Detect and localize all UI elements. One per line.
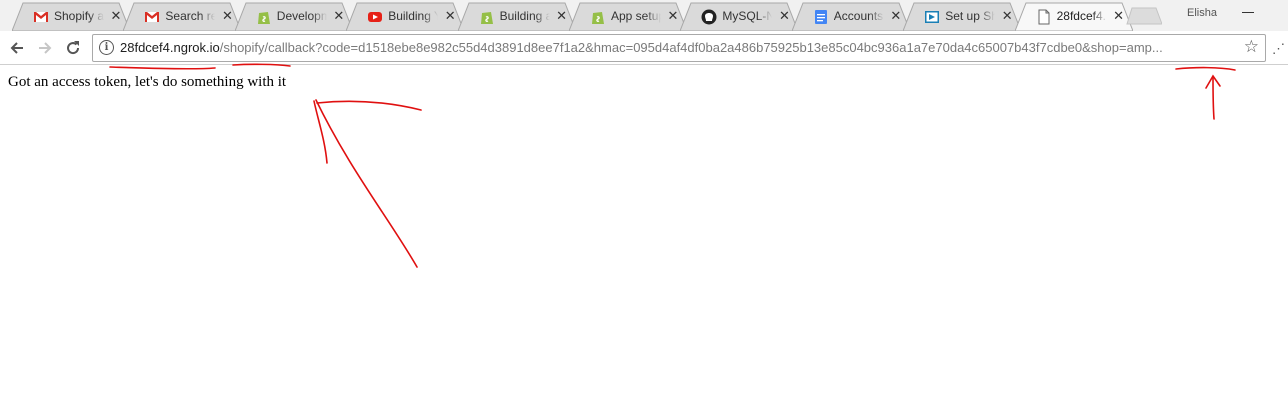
tab-2[interactable]: Developm ✕ <box>234 2 353 31</box>
tab-0[interactable]: Shopify ap ✕ <box>12 2 130 31</box>
bookmark-star-icon[interactable]: ☆ <box>1244 37 1259 57</box>
tab-strip: Shopify ap✕Search res✕Developm✕Building … <box>0 0 1288 31</box>
url-host: 28fdcef4.ngrok.io <box>120 40 220 55</box>
tab-title: Developm <box>276 9 327 23</box>
arrow-shop-head <box>1205 74 1221 89</box>
shopify-icon <box>590 9 606 25</box>
close-icon[interactable]: ✕ <box>443 9 457 23</box>
arrow-message-head-top <box>316 100 422 111</box>
github-icon <box>701 9 717 25</box>
page-icon <box>1036 9 1052 25</box>
url-text[interactable]: 28fdcef4.ngrok.io/shopify/callback?code=… <box>120 40 1245 56</box>
tab-1[interactable]: Search res ✕ <box>123 2 242 31</box>
close-icon[interactable]: ✕ <box>332 9 346 23</box>
gmail-icon <box>144 9 160 25</box>
tab-8[interactable]: Set up Sh ✕ <box>903 2 1022 31</box>
site-icon <box>924 9 940 25</box>
arrow-shop-shaft <box>1212 77 1215 120</box>
shopify-icon <box>479 9 495 25</box>
close-icon[interactable]: ✕ <box>777 9 791 23</box>
toolbar: i 28fdcef4.ngrok.io/shopify/callback?cod… <box>0 31 1288 65</box>
tab-title: Search res <box>165 9 216 23</box>
tab-title: Shopify ap <box>54 9 104 23</box>
google-docs-icon <box>813 9 829 25</box>
close-icon[interactable]: ✕ <box>889 9 903 23</box>
reload-icon <box>67 41 80 55</box>
minimize-icon[interactable] <box>1242 12 1254 13</box>
close-icon[interactable]: ✕ <box>1112 9 1126 23</box>
tab-title: Set up Sh <box>945 9 996 23</box>
underline-host <box>109 66 216 70</box>
close-icon[interactable]: ✕ <box>555 9 569 23</box>
tab-5[interactable]: App setup ✕ <box>569 2 687 31</box>
tab-title: Accounts <box>833 9 884 23</box>
tab-3[interactable]: Building Y ✕ <box>346 2 465 31</box>
youtube-icon <box>367 9 383 25</box>
underline-shop <box>1175 66 1236 71</box>
tab-6[interactable]: MySQL-N ✕ <box>680 2 799 31</box>
tab-title: Building a <box>499 9 550 23</box>
page-message: Got an access token, let's do something … <box>8 74 287 90</box>
back-button[interactable] <box>7 38 27 58</box>
info-icon[interactable]: i <box>99 40 114 55</box>
close-icon[interactable]: ✕ <box>220 9 234 23</box>
extension-icon[interactable]: ⋰ <box>1272 41 1285 57</box>
back-arrow-icon <box>10 42 23 54</box>
reload-button[interactable] <box>63 38 83 58</box>
new-tab-button[interactable] <box>1126 7 1162 25</box>
forward-arrow-icon <box>39 42 52 54</box>
tab-title: Building Y <box>388 9 439 23</box>
tab-4[interactable]: Building a ✕ <box>457 2 576 31</box>
arrow-message-head-left <box>313 100 328 164</box>
arrow-message-shaft <box>315 99 418 268</box>
tab-7[interactable]: Accounts ✕ <box>791 2 910 31</box>
shopify-icon <box>256 9 272 25</box>
profile-name[interactable]: Elisha <box>1187 7 1217 19</box>
gmail-icon <box>33 9 49 25</box>
tab-title: App setup <box>611 9 661 23</box>
address-bar[interactable]: i 28fdcef4.ngrok.io/shopify/callback?cod… <box>92 34 1266 62</box>
close-icon[interactable]: ✕ <box>109 9 123 23</box>
tab-9[interactable]: 28fdcef4. ✕ <box>1014 2 1133 31</box>
forward-button[interactable] <box>35 38 55 58</box>
tab-title: MySQL-N <box>722 9 773 23</box>
tab-title: 28fdcef4. <box>1056 9 1106 23</box>
url-path: /shopify/callback?code=d1518ebe8e982c55d… <box>219 40 1163 55</box>
close-icon[interactable]: ✕ <box>1000 9 1014 23</box>
close-icon[interactable]: ✕ <box>666 9 680 23</box>
